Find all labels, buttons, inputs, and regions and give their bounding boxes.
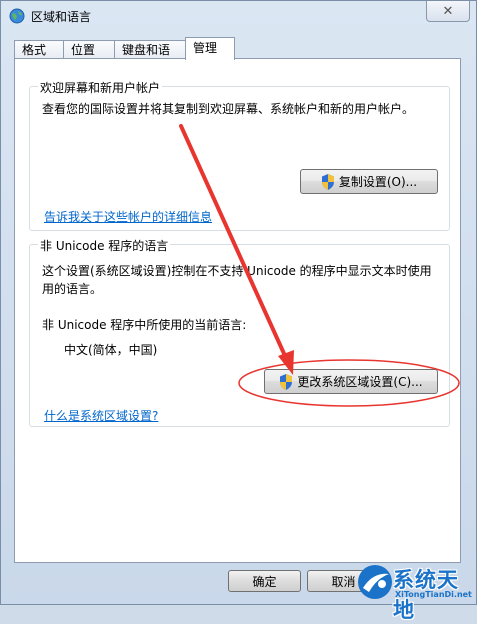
tab-keyboards-languages[interactable]: 键盘和语言 [114, 40, 186, 75]
region-language-dialog: 区域和语言 ✕ 格式 位置 键盘和语言 管理 欢迎屏幕和新用户帐户 查看您的国际… [0, 0, 477, 605]
title-bar: 区域和语言 ✕ [1, 1, 476, 31]
tab-administrative[interactable]: 管理 [185, 37, 235, 60]
welcome-screen-group: 欢迎屏幕和新用户帐户 查看您的国际设置并将其复制到欢迎屏幕、系统帐户和新的用户帐… [29, 79, 450, 231]
welcome-accounts-link[interactable]: 告诉我关于这些帐户的详细信息 [44, 208, 212, 225]
ok-button[interactable]: 确定 [228, 570, 301, 592]
tab-location[interactable]: 位置 [63, 40, 115, 59]
watermark-url: XiTongTianDi.net [395, 590, 472, 599]
copy-settings-button[interactable]: 复制设置(O)... [300, 169, 438, 194]
globe-icon [9, 8, 25, 24]
window-title: 区域和语言 [31, 10, 92, 24]
non-unicode-group: 非 Unicode 程序的语言 这个设置(系统区域设置)控制在不支持 Unico… [29, 237, 450, 427]
unicode-description-line1: 这个设置(系统区域设置)控制在不支持 Unicode 的程序中显示文本时使用 [42, 264, 432, 278]
unicode-description-line2: 用的语言。 [42, 282, 103, 296]
change-system-locale-button[interactable]: 更改系统区域设置(C)... [264, 369, 438, 394]
site-watermark: 系统天地 XiTongTianDi.net [355, 560, 477, 622]
welcome-description: 查看您的国际设置并将其复制到欢迎屏幕、系统帐户和新的用户帐户。 [42, 102, 415, 116]
system-locale-help-link[interactable]: 什么是系统区域设置? [44, 407, 158, 424]
watermark-logo-icon [358, 565, 392, 599]
tab-panel-administrative: 欢迎屏幕和新用户帐户 查看您的国际设置并将其复制到欢迎屏幕、系统帐户和新的用户帐… [14, 58, 461, 563]
uac-shield-icon [321, 173, 334, 190]
group-title: 非 Unicode 程序的语言 [38, 237, 171, 254]
close-icon: ✕ [442, 3, 454, 19]
close-button[interactable]: ✕ [426, 1, 470, 22]
uac-shield-icon [280, 373, 293, 390]
tab-formats[interactable]: 格式 [14, 40, 64, 59]
group-title: 欢迎屏幕和新用户帐户 [38, 79, 163, 96]
current-language-label: 非 Unicode 程序中所使用的当前语言: [42, 318, 247, 332]
current-language-value: 中文(简体，中国) [64, 343, 158, 357]
